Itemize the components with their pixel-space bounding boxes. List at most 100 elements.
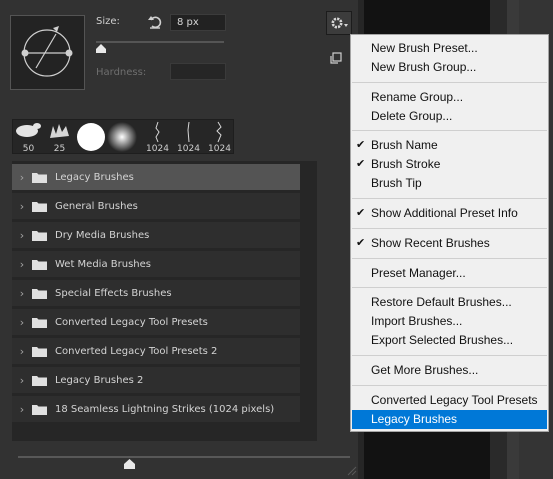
- menu-item-label: Import Brushes...: [371, 314, 463, 328]
- folder-icon: [32, 375, 47, 386]
- menu-item-label: Get More Brushes...: [371, 363, 479, 377]
- brush-panel-flyout-menu: New Brush Preset... New Brush Group... Ren…: [350, 34, 549, 432]
- brush-group-name: Special Effects Brushes: [55, 287, 172, 299]
- panel-menu-button[interactable]: [326, 11, 352, 35]
- menu-separator: [352, 130, 547, 131]
- size-slider-track[interactable]: [96, 41, 224, 43]
- recent-brush[interactable]: 1024: [173, 120, 204, 155]
- brush-angle-diagram: [21, 26, 73, 77]
- chevron-right-icon[interactable]: ›: [12, 345, 32, 358]
- brush-tip-thumb: [155, 121, 160, 143]
- brush-tip-thumb: [216, 121, 222, 143]
- recent-brush[interactable]: 1024: [142, 120, 173, 155]
- menu-item[interactable]: ✔ Show Recent Brushes: [352, 234, 547, 253]
- menu-item-label: New Brush Preset...: [371, 41, 478, 55]
- menu-separator: [352, 385, 547, 386]
- menu-item-label: Delete Group...: [371, 109, 453, 123]
- brush-group-name: Wet Media Brushes: [55, 258, 151, 270]
- recent-brush[interactable]: 25: [44, 120, 75, 155]
- brush-size-label: 25: [53, 144, 66, 154]
- menu-item-label: Export Selected Brushes...: [371, 333, 514, 347]
- brush-group-row[interactable]: › Legacy Brushes: [12, 164, 300, 190]
- folder-icon: [32, 288, 47, 299]
- menu-item-label: Show Recent Brushes: [371, 236, 490, 250]
- reset-icon[interactable]: [147, 14, 163, 30]
- menu-separator: [352, 287, 547, 288]
- folder-icon: [32, 317, 47, 328]
- menu-item-label: Rename Group...: [371, 90, 464, 104]
- thumbnail-size-slider-track[interactable]: [18, 456, 350, 458]
- menu-item[interactable]: ✔ Show Additional Preset Info: [352, 204, 547, 223]
- recent-brush[interactable]: [75, 120, 106, 155]
- chevron-right-icon[interactable]: ›: [12, 200, 32, 213]
- menu-item[interactable]: Legacy Brushes: [352, 410, 547, 429]
- menu-item-label: Show Additional Preset Info: [371, 206, 518, 220]
- brush-group-row[interactable]: › Legacy Brushes 2: [12, 367, 300, 393]
- menu-item[interactable]: New Brush Group...: [352, 58, 547, 77]
- menu-item[interactable]: Delete Group...: [352, 107, 547, 126]
- menu-item[interactable]: Export Selected Brushes...: [352, 331, 547, 350]
- size-slider-thumb[interactable]: [96, 44, 107, 53]
- menu-item[interactable]: Restore Default Brushes...: [352, 293, 547, 312]
- brush-tip-thumb: [107, 122, 137, 152]
- resize-grip-icon[interactable]: [345, 464, 357, 476]
- chevron-right-icon[interactable]: ›: [12, 403, 32, 416]
- menu-item-label: Brush Name: [371, 138, 438, 152]
- chevron-right-icon[interactable]: ›: [12, 374, 32, 387]
- hardness-input: [170, 63, 226, 80]
- chevron-right-icon[interactable]: ›: [12, 287, 32, 300]
- chevron-right-icon[interactable]: ›: [12, 229, 32, 242]
- folder-icon: [32, 172, 47, 183]
- recent-brush[interactable]: 50: [13, 120, 44, 155]
- chevron-right-icon[interactable]: ›: [12, 171, 32, 184]
- brush-group-row[interactable]: › Dry Media Brushes: [12, 222, 300, 248]
- menu-item[interactable]: Preset Manager...: [352, 264, 547, 283]
- menu-item[interactable]: Import Brushes...: [352, 312, 547, 331]
- brush-angle-preview[interactable]: [10, 15, 85, 90]
- brush-tip-thumb: [187, 121, 190, 143]
- recent-brushes: 50 25 1024 1024 1024: [12, 119, 234, 154]
- brush-group-row[interactable]: › Converted Legacy Tool Presets 2: [12, 338, 300, 364]
- folder-icon: [32, 404, 47, 415]
- menu-item-label: Legacy Brushes: [371, 412, 458, 426]
- menu-item-label: Restore Default Brushes...: [371, 295, 512, 309]
- checkmark-icon: ✔: [356, 237, 366, 249]
- menu-separator: [352, 355, 547, 356]
- menu-item[interactable]: ✔ Brush Stroke: [352, 155, 547, 174]
- brush-group-row[interactable]: › Special Effects Brushes: [12, 280, 300, 306]
- brush-size-label: 1024: [146, 144, 169, 154]
- brush-group-row[interactable]: › General Brushes: [12, 193, 300, 219]
- brush-group-name: Dry Media Brushes: [55, 229, 150, 241]
- size-input[interactable]: 8 px: [170, 14, 226, 31]
- hardness-label: Hardness:: [96, 67, 147, 78]
- new-group-icon[interactable]: [330, 52, 342, 64]
- brush-group-list: › Legacy Brushes › General Brushes › Dry Medi…: [12, 161, 317, 441]
- folder-icon: [32, 201, 47, 212]
- menu-item-label: Preset Manager...: [371, 266, 466, 280]
- brush-tip-thumb: [50, 124, 69, 138]
- chevron-right-icon[interactable]: ›: [12, 258, 32, 271]
- folder-icon: [32, 346, 47, 357]
- menu-item[interactable]: Get More Brushes...: [352, 361, 547, 380]
- brush-group-row[interactable]: › Converted Legacy Tool Presets: [12, 309, 300, 335]
- checkmark-icon: ✔: [356, 207, 366, 219]
- menu-item[interactable]: New Brush Preset...: [352, 39, 547, 58]
- brush-group-name: 18 Seamless Lightning Strikes (1024 pixe…: [55, 403, 275, 415]
- menu-item[interactable]: Rename Group...: [352, 88, 547, 107]
- brush-group-row[interactable]: › 18 Seamless Lightning Strikes (1024 pix…: [12, 396, 300, 422]
- chevron-right-icon[interactable]: ›: [12, 316, 32, 329]
- menu-item[interactable]: Brush Tip: [352, 174, 547, 193]
- recent-brush[interactable]: [106, 120, 137, 155]
- brush-group-name: General Brushes: [55, 200, 138, 212]
- brush-size-label: 50: [22, 144, 35, 154]
- menu-item[interactable]: Converted Legacy Tool Presets: [352, 391, 547, 410]
- menu-item[interactable]: ✔ Brush Name: [352, 136, 547, 155]
- checkmark-icon: ✔: [356, 139, 366, 151]
- brush-group-name: Legacy Brushes: [55, 171, 134, 183]
- brush-tip-thumb: [16, 123, 41, 137]
- thumbnail-size-slider-thumb[interactable]: [124, 459, 135, 469]
- folder-icon: [32, 230, 47, 241]
- brush-group-row[interactable]: › Wet Media Brushes: [12, 251, 300, 277]
- recent-brush[interactable]: 1024: [204, 120, 235, 155]
- menu-separator: [352, 82, 547, 83]
